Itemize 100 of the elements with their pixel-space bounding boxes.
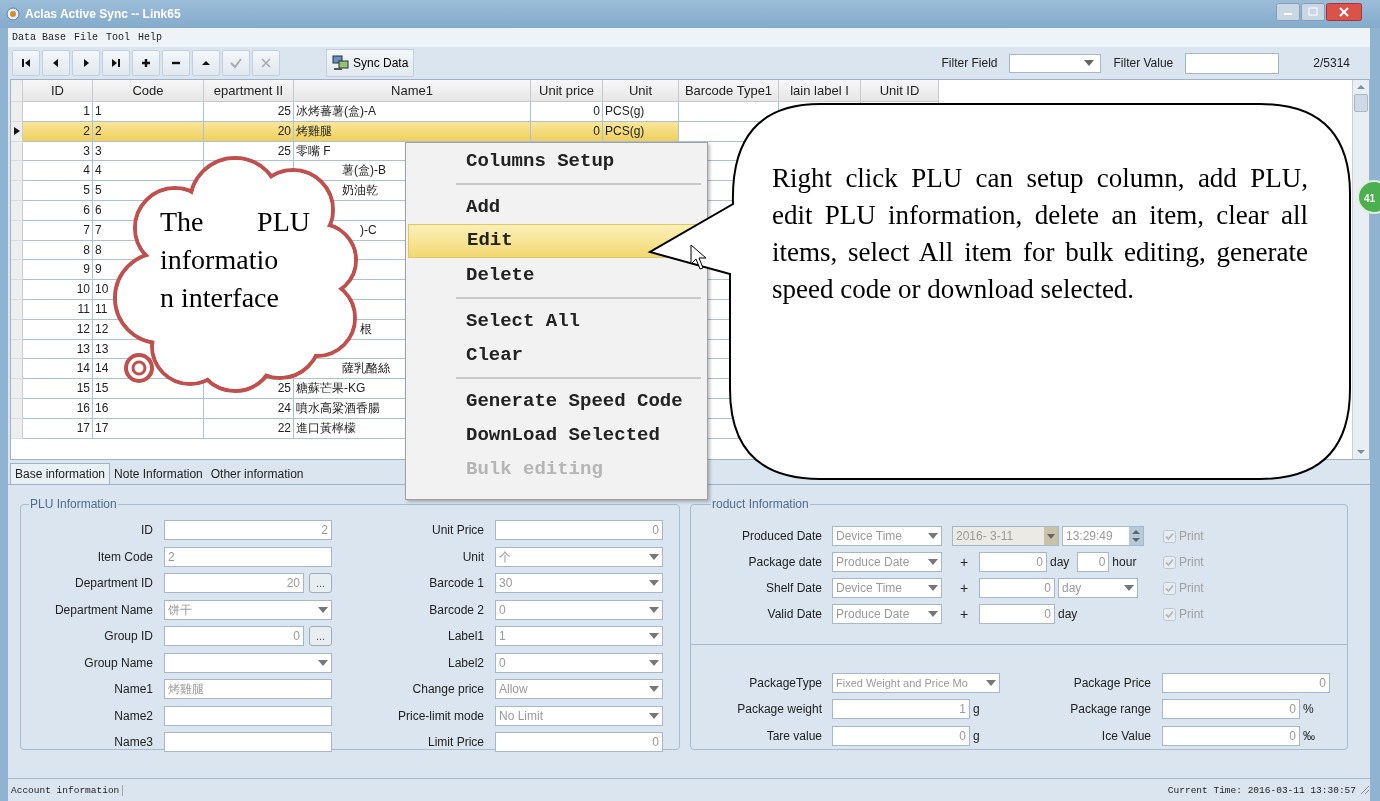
field-label: Ice Value xyxy=(1100,728,1151,743)
table-cell: 14 xyxy=(23,359,93,380)
date-field[interactable]: 2016- 3-11 xyxy=(952,526,1059,546)
callout-text: Right click PLU can setup column, add PLU, edit PLU information, delete an item, clear all items, select All item for bulk editing, generate speed code or download selected. xyxy=(772,162,1308,306)
input-field[interactable]: 0 xyxy=(495,732,663,753)
time-field[interactable]: 13:29:49 xyxy=(1062,526,1144,546)
table-cell: 冰烤蕃薯(盒)-A xyxy=(294,102,531,122)
dropdown-field[interactable]: 0 xyxy=(495,599,663,620)
dropdown-field[interactable]: 0 xyxy=(495,652,663,673)
table-cell: 4 xyxy=(23,161,93,182)
input-field[interactable]: 0 xyxy=(979,552,1047,572)
field-label: Package weight xyxy=(736,702,822,717)
input-field[interactable]: 0 xyxy=(1162,699,1300,720)
field-label: Name3 xyxy=(113,735,153,750)
sync-data-button[interactable]: Sync Data xyxy=(326,49,415,77)
input-field[interactable]: 0 xyxy=(495,520,663,541)
table-cell: 15 xyxy=(23,379,93,399)
table-cell: 2 xyxy=(23,121,93,142)
field-label: Produced Date xyxy=(740,529,822,543)
dropdown-field[interactable]: 1 xyxy=(495,626,663,647)
field-label: Name1 xyxy=(113,682,153,697)
menu-item[interactable]: Delete xyxy=(408,258,701,292)
dropdown-field[interactable]: Device Time xyxy=(832,526,942,546)
input-field[interactable]: 0 xyxy=(979,604,1055,624)
menu-item[interactable]: File xyxy=(74,32,99,43)
table-cell: 13 xyxy=(23,339,93,360)
field-label: Label2 xyxy=(446,655,484,670)
unit-label: % xyxy=(1303,702,1314,717)
table-cell: 6 xyxy=(23,201,93,221)
table-cell: 11 xyxy=(23,299,93,320)
field-label: Price-limit mode xyxy=(397,708,484,723)
input-field[interactable]: 0 xyxy=(164,626,304,647)
browse-button[interactable]: ... xyxy=(309,573,332,594)
field-label: Unit Price xyxy=(431,523,484,538)
table-cell: 1 xyxy=(93,102,204,122)
table-cell: 3 xyxy=(23,141,93,162)
table-cell: 25 xyxy=(204,102,294,122)
table-cell: 1 xyxy=(23,102,93,122)
table-cell: 3 xyxy=(93,141,204,162)
browse-button[interactable]: ... xyxy=(309,626,332,647)
table-cell: 24 xyxy=(204,398,294,419)
plus-sign: + xyxy=(958,554,970,570)
dropdown-field[interactable]: No Limit xyxy=(495,705,663,726)
input-field[interactable]: 0 xyxy=(979,578,1055,598)
column-header[interactable]: Unit price xyxy=(531,80,603,102)
input-field[interactable]: 1 xyxy=(832,699,970,720)
input-field[interactable]: 0 xyxy=(1077,552,1110,572)
column-header[interactable]: Name1 xyxy=(294,80,531,102)
group-title: PLU Information xyxy=(29,497,118,511)
column-header[interactable]: Code xyxy=(93,80,204,102)
table-cell: 22 xyxy=(204,418,294,439)
input-field[interactable]: 2 xyxy=(164,520,332,541)
column-header[interactable]: epartment II xyxy=(204,80,294,102)
status-text: Account information xyxy=(8,784,124,796)
tab[interactable]: Note Information xyxy=(110,464,207,484)
input-field[interactable]: 2 xyxy=(164,546,332,567)
menu-item[interactable]: Data Base xyxy=(12,32,66,43)
plus-sign: + xyxy=(958,606,970,622)
dropdown-field[interactable]: day xyxy=(1058,578,1138,598)
tab[interactable]: Base information xyxy=(10,463,111,484)
table-cell: 20 xyxy=(204,121,294,142)
dropdown-field[interactable]: 饼干 xyxy=(164,599,332,620)
table-cell: 烤雞腿 xyxy=(294,121,531,142)
input-field[interactable]: 烤雞腿 xyxy=(164,679,332,700)
field-label: Valid Date xyxy=(766,607,822,621)
dropdown-field[interactable]: Fixed Weight and Price Mo xyxy=(832,672,1000,693)
field-label: Package Price xyxy=(1072,675,1151,690)
unit-label: hour xyxy=(1112,555,1137,569)
field-label: Tare value xyxy=(765,728,822,743)
menu-item[interactable]: Tool xyxy=(106,32,131,43)
tab[interactable]: Other information xyxy=(206,464,308,484)
table-cell: 17 xyxy=(93,418,204,439)
input-field[interactable]: 0 xyxy=(832,725,970,746)
input-field[interactable]: 0 xyxy=(1162,672,1330,693)
table-cell: 16 xyxy=(93,398,204,419)
column-header[interactable]: Barcode Type1 xyxy=(679,80,779,102)
column-header[interactable]: lain label I xyxy=(779,80,861,102)
dropdown-field[interactable]: Produce Date xyxy=(832,552,942,572)
table-cell: 16 xyxy=(23,398,93,419)
record-count: 2/5314 xyxy=(1313,56,1350,70)
dropdown-field[interactable]: 个 xyxy=(495,546,663,567)
unit-label: ‰ xyxy=(1303,728,1315,743)
column-header[interactable]: ID xyxy=(23,80,93,102)
field-label: Barcode 1 xyxy=(428,576,484,591)
unit-label: g xyxy=(973,702,980,717)
dropdown-field[interactable]: Produce Date xyxy=(832,604,942,624)
unit-label: day xyxy=(1050,555,1070,569)
column-header[interactable]: Unit ID xyxy=(861,80,939,102)
unit-label: g xyxy=(973,728,980,743)
dropdown-field[interactable]: 30 xyxy=(495,573,663,594)
column-header[interactable]: Unit xyxy=(603,80,679,102)
input-field[interactable]: 0 xyxy=(1162,725,1300,746)
menu-item[interactable]: Help xyxy=(138,32,163,43)
filter-field-label: Filter Field xyxy=(941,56,998,70)
status-time: Current Time: 2016-03-11 13:30:57 xyxy=(1167,784,1356,796)
field-label: Label1 xyxy=(446,629,484,644)
field-label: Name2 xyxy=(113,708,153,723)
input-field[interactable]: 20 xyxy=(164,573,304,594)
dropdown-field[interactable]: Device Time xyxy=(832,578,942,598)
dropdown-field[interactable]: Allow xyxy=(495,679,663,700)
